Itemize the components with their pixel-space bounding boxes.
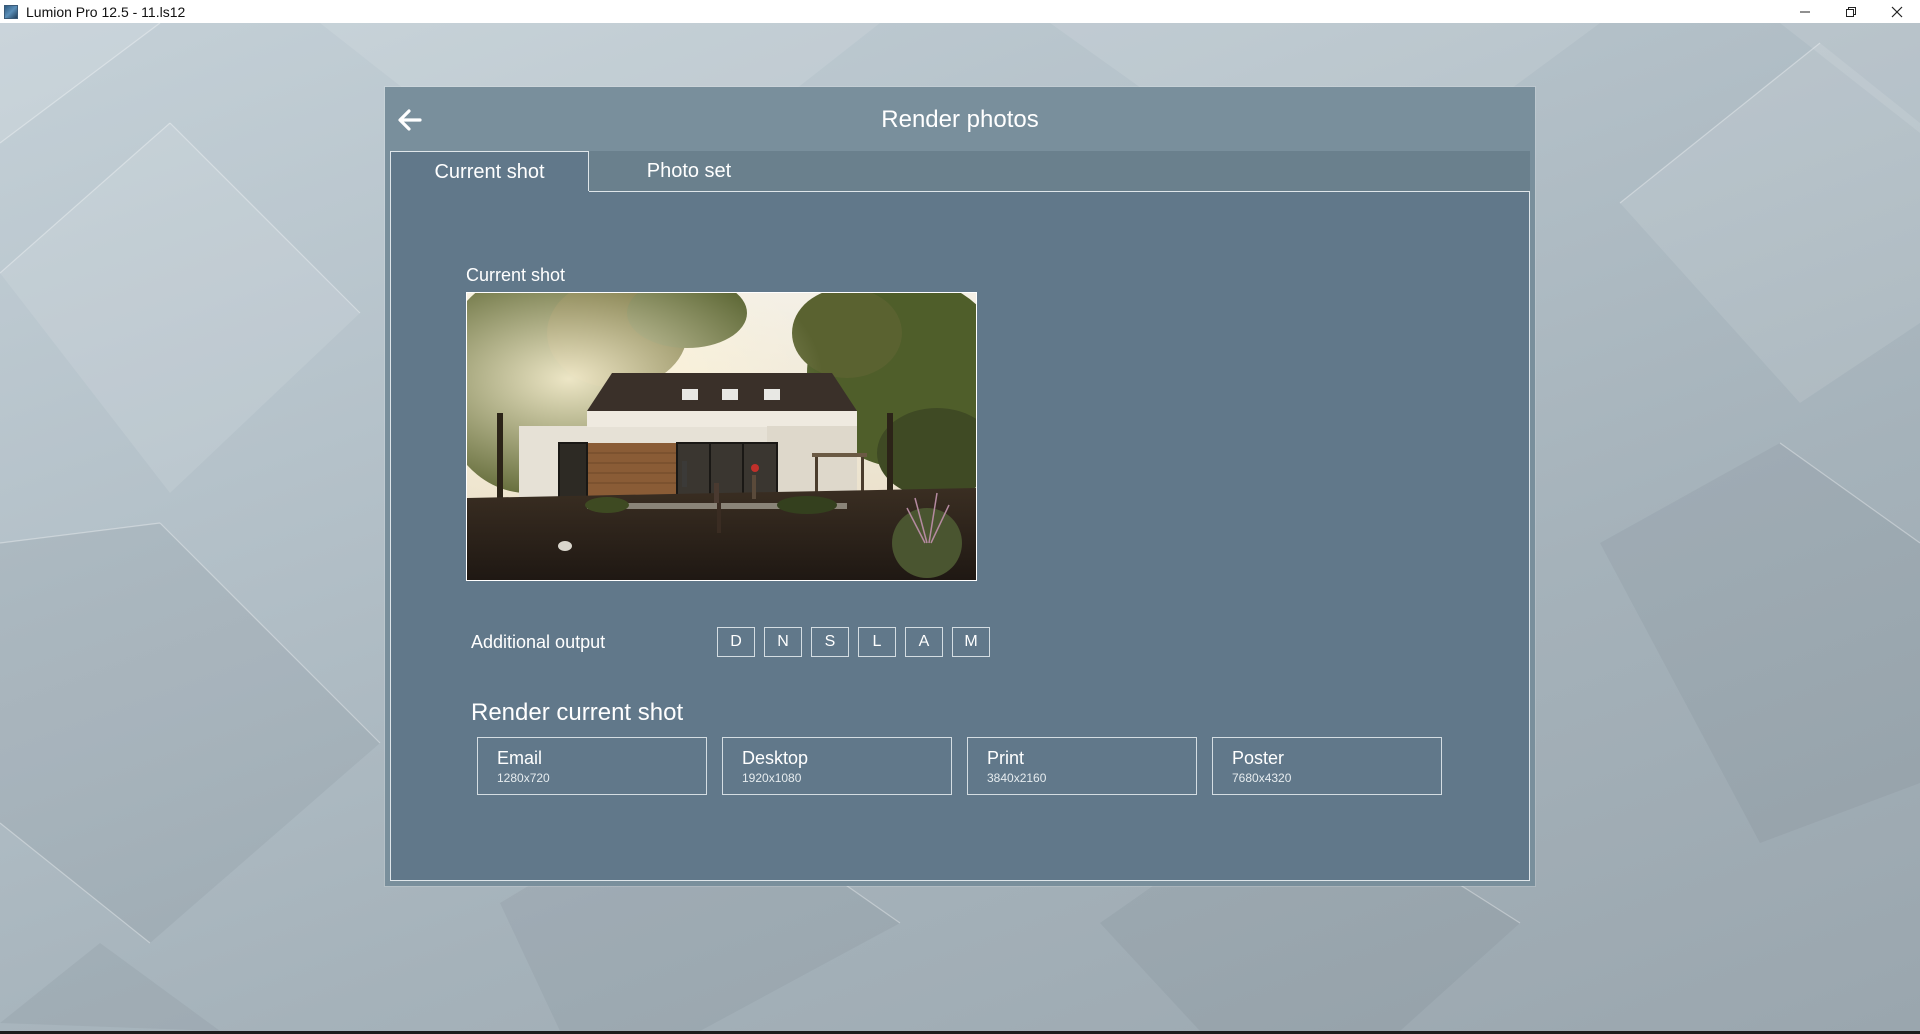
preview-label: Current shot (466, 265, 566, 285)
preset-resolution: 3840x2160 (987, 771, 1047, 785)
minimize-button[interactable] (1782, 0, 1828, 23)
close-icon (1891, 6, 1903, 17)
house-render-image (467, 293, 976, 580)
restore-button[interactable] (1828, 0, 1874, 23)
tab-photo-set[interactable]: Photo set (589, 151, 789, 191)
window-title: Lumion Pro 12.5 - 11.ls12 (26, 3, 186, 20)
restore-icon (1846, 6, 1856, 17)
window-controls (1782, 0, 1920, 23)
render-preset-desktop[interactable]: Desktop 1920x1080 (722, 737, 952, 795)
preset-resolution: 1920x1080 (742, 771, 802, 785)
app-icon (4, 4, 18, 19)
output-button-l[interactable]: L (858, 627, 896, 657)
dialog-title: Render photos (881, 106, 1039, 133)
output-button-d[interactable]: D (717, 627, 755, 657)
output-button-a[interactable]: A (905, 627, 943, 657)
render-photos-dialog: Render photos Current shot Photo set Cur… (385, 87, 1535, 886)
render-preset-print[interactable]: Print 3840x2160 (967, 737, 1197, 795)
additional-output-label: Additional output (471, 632, 606, 652)
output-button-s[interactable]: S (811, 627, 849, 657)
render-current-shot-heading: Render current shot (471, 699, 684, 726)
close-button[interactable] (1874, 0, 1920, 23)
minimize-icon (1800, 11, 1810, 12)
current-shot-preview (466, 292, 977, 581)
preset-resolution: 1280x720 (497, 771, 550, 785)
preset-name: Desktop (742, 748, 809, 768)
tab-divider (589, 191, 1530, 192)
render-preset-poster[interactable]: Poster 7680x4320 (1212, 737, 1442, 795)
preset-name: Print (987, 748, 1025, 768)
output-button-m[interactable]: M (952, 627, 990, 657)
preset-name: Poster (1232, 748, 1285, 768)
preset-resolution: 7680x4320 (1232, 771, 1292, 785)
title-bar: Lumion Pro 12.5 - 11.ls12 (0, 0, 1920, 24)
tab-bar: Current shot Photo set (390, 151, 1530, 192)
output-button-n[interactable]: N (764, 627, 802, 657)
preset-name: Email (497, 748, 543, 768)
render-preset-email[interactable]: Email 1280x720 (477, 737, 707, 795)
tab-current-shot[interactable]: Current shot (390, 151, 589, 192)
